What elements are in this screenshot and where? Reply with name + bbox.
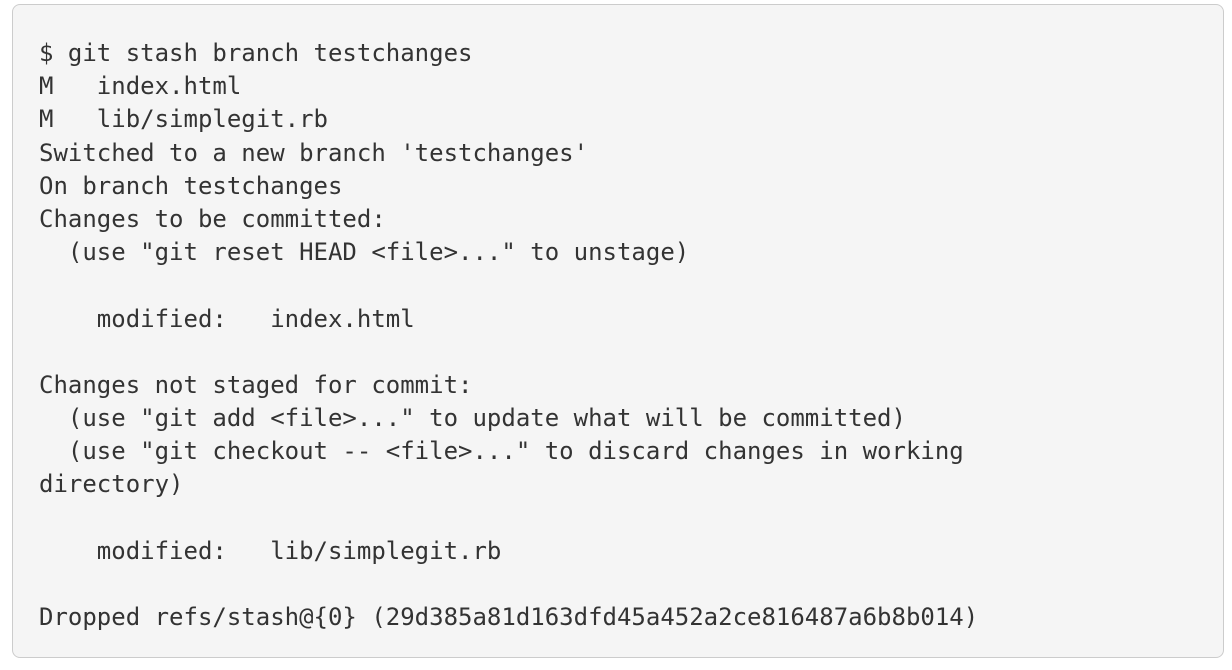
output-line: (use "git add <file>..." to update what … xyxy=(39,404,906,433)
output-line: M lib/simplegit.rb xyxy=(39,105,328,134)
output-line: Dropped refs/stash@{0} (29d385a81d163dfd… xyxy=(39,603,979,632)
output-line: (use "git checkout -- <file>..." to disc… xyxy=(39,437,964,466)
output-line: On branch testchanges xyxy=(39,171,343,200)
output-line: Changes not staged for commit: xyxy=(39,370,473,399)
output-line: modified: lib/simplegit.rb xyxy=(39,536,502,565)
command-line: $ git stash branch testchanges xyxy=(39,39,473,67)
output-line: directory) xyxy=(39,470,184,499)
output-line: modified: index.html xyxy=(39,304,415,333)
output-line: (use "git reset HEAD <file>..." to unsta… xyxy=(39,238,690,267)
terminal-output-block: $ git stash branch testchanges M index.h… xyxy=(12,4,1224,658)
output-line: Switched to a new branch 'testchanges' xyxy=(39,138,589,167)
output-line: Changes to be committed: xyxy=(39,204,386,233)
output-line: M index.html xyxy=(39,72,242,101)
